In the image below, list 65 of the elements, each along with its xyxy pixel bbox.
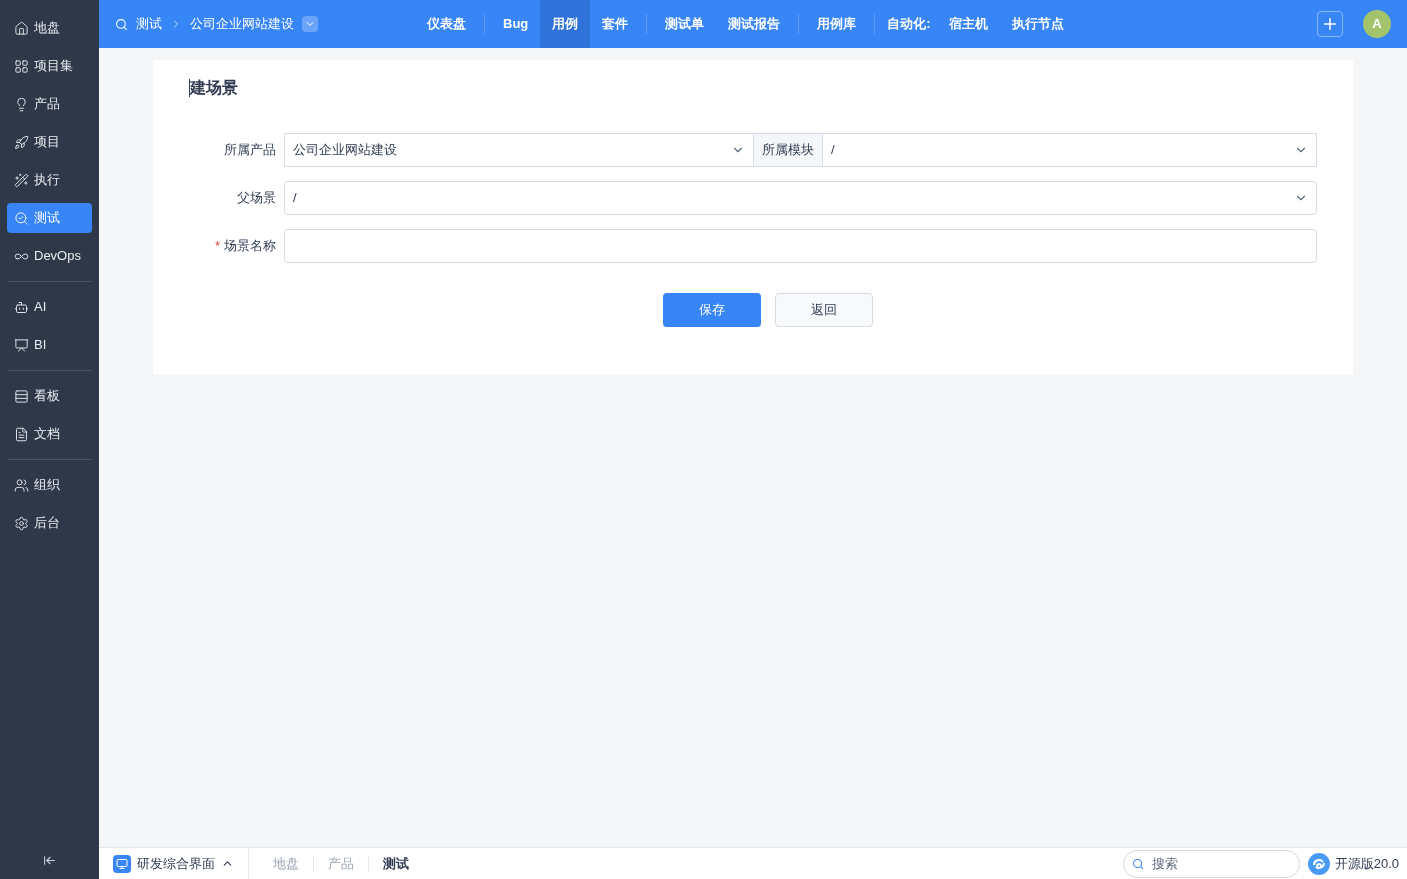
select-field[interactable]: 公司企业网站建设 bbox=[284, 133, 754, 167]
nav-tab[interactable]: 宿主机 bbox=[936, 0, 1000, 48]
sidebar-item[interactable]: 看板 bbox=[7, 381, 92, 411]
breadcrumb-link[interactable]: 测试 bbox=[369, 853, 423, 874]
sidebar-item[interactable]: 项目集 bbox=[7, 51, 92, 81]
sidebar-item[interactable]: 项目 bbox=[7, 127, 92, 157]
sidebar-item[interactable]: 组织 bbox=[7, 470, 92, 500]
collapse-icon bbox=[43, 854, 56, 867]
sidebar-item[interactable]: 地盘 bbox=[7, 13, 92, 43]
text-cursor bbox=[189, 79, 190, 97]
document-icon bbox=[14, 426, 29, 442]
field-label: 所属产品 bbox=[223, 141, 277, 160]
field-label: * 场景名称 bbox=[213, 237, 277, 256]
nav-label: 自动化: bbox=[886, 15, 932, 34]
search-icon bbox=[1131, 856, 1144, 871]
robot-icon bbox=[14, 299, 29, 315]
input-field[interactable] bbox=[284, 229, 1317, 263]
sidebar-item[interactable]: 后台 bbox=[7, 508, 92, 538]
app-switcher[interactable]: 研发综合界面 bbox=[113, 848, 249, 879]
nav-tab[interactable]: 用例 bbox=[540, 0, 591, 48]
plus-icon bbox=[1321, 15, 1339, 33]
sidebar-item[interactable]: BI bbox=[7, 330, 92, 360]
select-value: 公司企业网站建设 bbox=[293, 141, 397, 160]
select-field[interactable]: / bbox=[822, 133, 1317, 167]
sidebar-item[interactable]: DevOps bbox=[7, 241, 92, 271]
sidebar-item[interactable]: 测试 bbox=[7, 203, 92, 233]
breadcrumb-link[interactable]: 公司企业网站建设 bbox=[190, 14, 294, 34]
add-button[interactable] bbox=[1317, 11, 1343, 37]
sidebar-item[interactable]: 执行 bbox=[7, 165, 92, 195]
breadcrumb-link[interactable]: 测试 bbox=[136, 14, 162, 34]
module-label: 所属模块 bbox=[754, 133, 822, 167]
users-icon bbox=[14, 477, 29, 493]
logo-icon bbox=[1307, 852, 1330, 875]
select-field[interactable]: / bbox=[284, 181, 1317, 215]
sidebar-item[interactable]: 文档 bbox=[7, 419, 92, 449]
nav-tab[interactable]: 执行节点 bbox=[999, 0, 1076, 48]
sidebar-item[interactable]: AI bbox=[7, 292, 92, 322]
version-label: 开源版20.0 bbox=[1334, 854, 1400, 873]
rows-icon bbox=[14, 388, 29, 404]
dropdown-button[interactable] bbox=[302, 16, 318, 32]
nav-tab[interactable]: 仪表盘 bbox=[415, 0, 478, 48]
lightbulb-icon bbox=[14, 96, 29, 112]
back-button[interactable]: 返回 bbox=[775, 293, 873, 327]
save-button[interactable]: 保存 bbox=[663, 293, 761, 327]
required-mark: * bbox=[214, 238, 220, 254]
search-input[interactable]: 搜索 bbox=[1151, 853, 1291, 874]
nav-tab[interactable]: Bug bbox=[491, 0, 541, 48]
form-title: 建场景 bbox=[190, 78, 238, 98]
search-icon bbox=[115, 17, 128, 31]
select-value: / bbox=[293, 189, 297, 208]
grid-icon bbox=[14, 58, 29, 74]
nav-tab[interactable]: 套件 bbox=[590, 0, 641, 48]
home-icon bbox=[14, 20, 29, 36]
nav-tab[interactable]: 测试报告 bbox=[716, 0, 793, 48]
sidebar-item[interactable]: 产品 bbox=[7, 89, 92, 119]
settings-icon bbox=[14, 515, 29, 531]
nav-tab[interactable]: 用例库 bbox=[805, 0, 869, 48]
select-value: / bbox=[831, 141, 835, 160]
wand-icon bbox=[14, 172, 29, 188]
presentation-icon bbox=[14, 337, 29, 353]
field-label: 父场景 bbox=[236, 189, 277, 208]
nav-tab[interactable]: 测试单 bbox=[653, 0, 717, 48]
search-icon bbox=[14, 210, 29, 226]
rocket-icon bbox=[14, 134, 29, 150]
monitor-icon bbox=[113, 854, 131, 873]
